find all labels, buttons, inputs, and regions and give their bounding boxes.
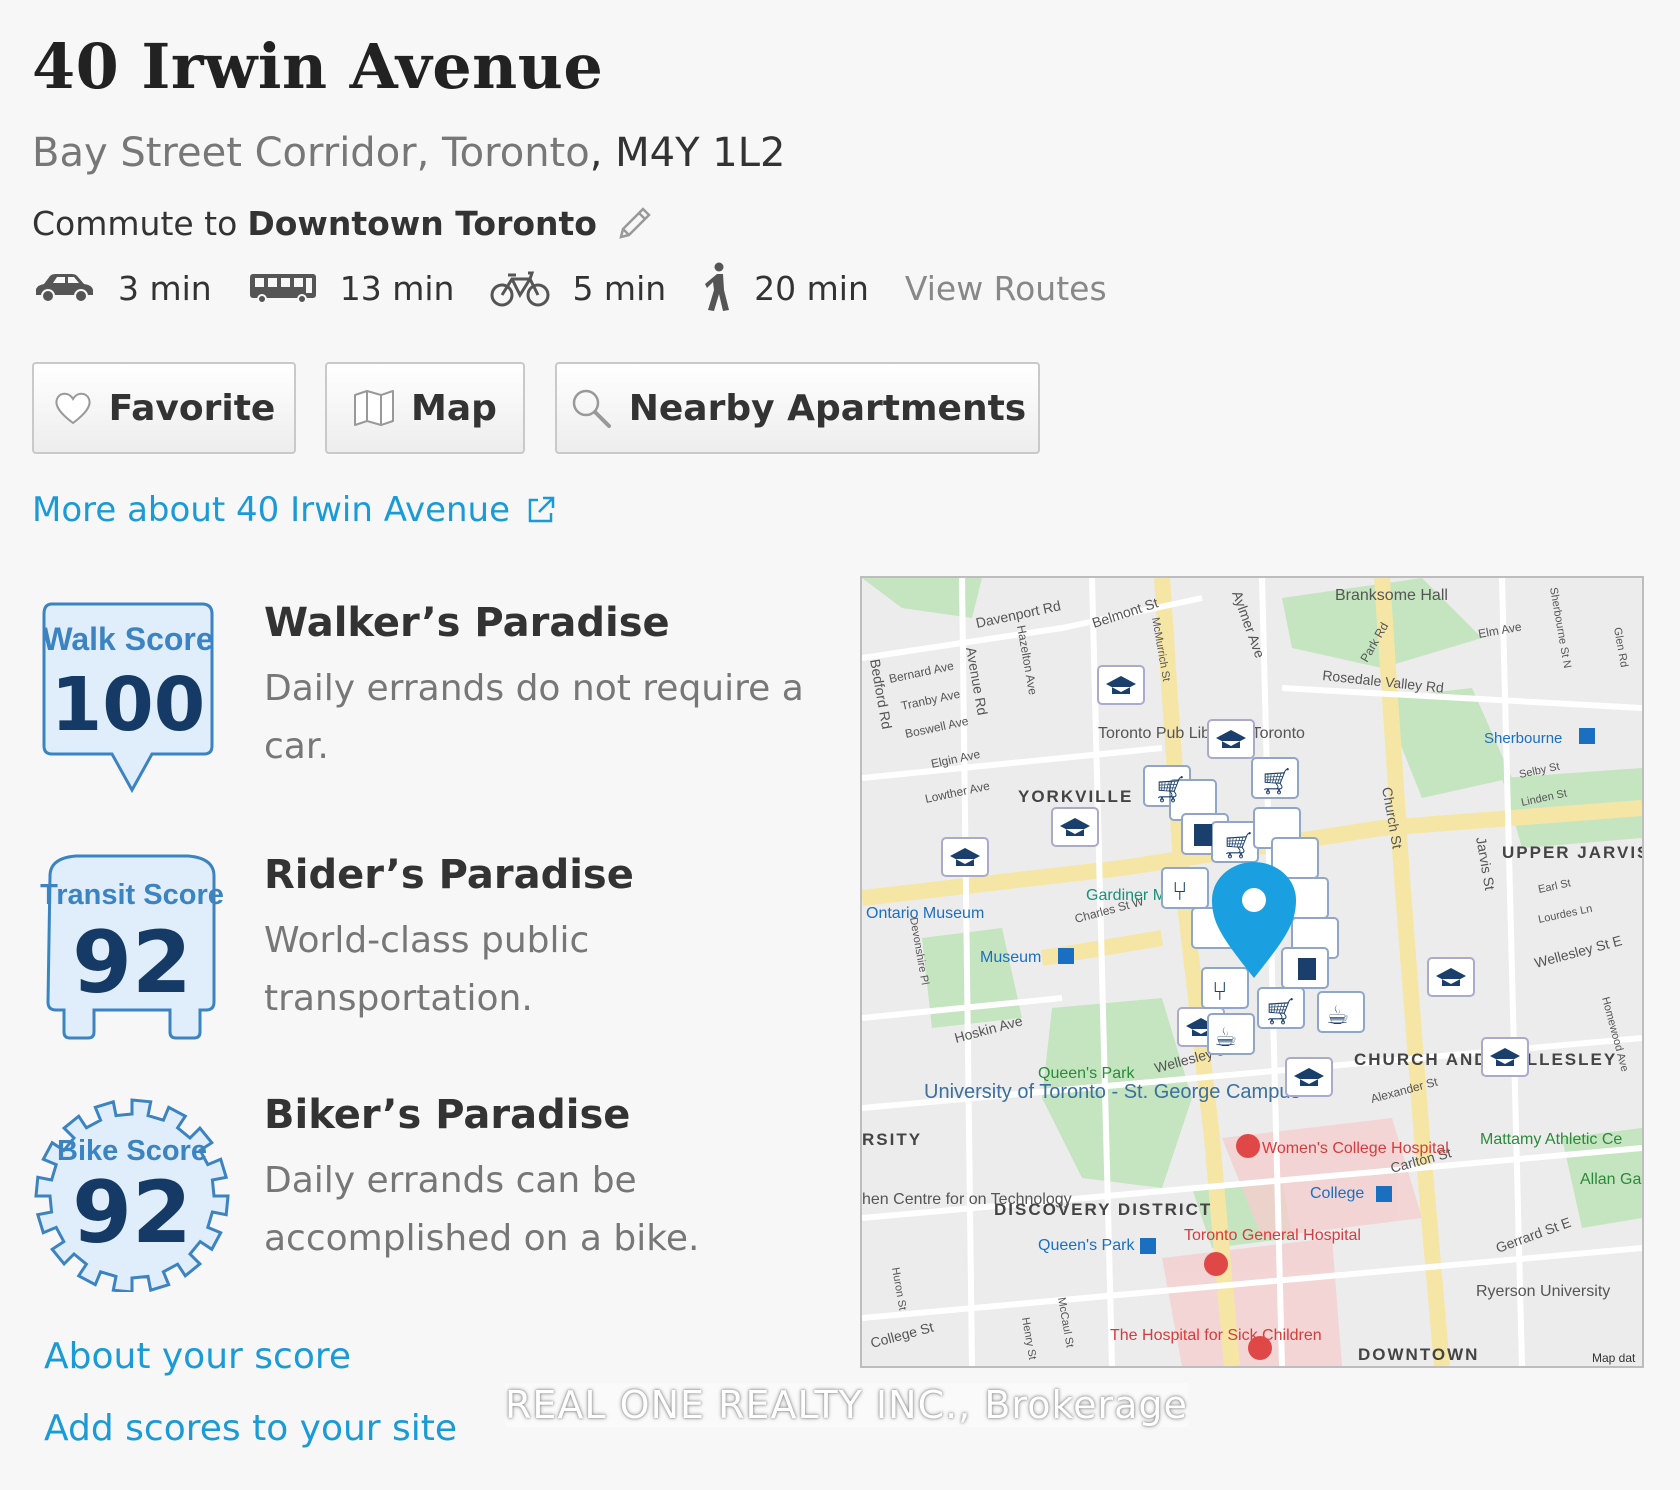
favorite-button[interactable]: Favorite [32,362,296,454]
favorite-label: Favorite [108,387,276,429]
school-icon [1285,1057,1333,1097]
fork-icon: ⑂ [1212,976,1228,1006]
view-routes-link[interactable]: View Routes [905,269,1107,308]
map-label-queens-park: Queen's Park [1038,1065,1135,1082]
map-label-uoft: University of Toronto - St. George Campu… [924,1081,1300,1103]
subway-icon [1140,1238,1156,1254]
school-icon [941,837,989,877]
neighborhood-city: Bay Street Corridor, Toronto [32,130,590,176]
map-label: Map [411,387,497,429]
postal-code: , M4Y 1L2 [589,130,786,176]
coffee-icon: ☕︎ [1214,1022,1237,1052]
transit-score-title: Rider’s Paradise [264,852,634,898]
nearby-label: Nearby Apartments [628,387,1027,429]
subway-icon [1579,728,1595,744]
commute-prefix: Commute to [32,203,238,243]
walk-icon [705,262,730,311]
map-label-upper-jarvis: UPPER JARVIS [1502,843,1642,862]
cart-icon: 🛒︎ [1154,774,1187,804]
map-label-college-station: College [1310,1185,1364,1202]
external-link-icon [528,496,555,523]
nearby-apartments-button[interactable]: Nearby Apartments [555,362,1040,454]
car-icon [36,274,93,303]
school-icon [1051,807,1099,847]
bus-icon [249,274,316,304]
map-label-allan: Allan Ga [1580,1171,1641,1188]
map-label-sherbourne-station: Sherbourne [1484,730,1562,747]
cart-icon: 🛒︎ [1264,996,1297,1026]
more-about-label: More about 40 Irwin Avenue [32,490,511,530]
bike-score-title: Biker’s Paradise [264,1092,631,1138]
more-about-link[interactable]: More about 40 Irwin Avenue [32,490,556,530]
map-label-womens: Women's College Hospital [1262,1140,1449,1157]
school-icon [1427,957,1475,997]
fork-icon: ⑂ [1172,876,1188,906]
mode-car[interactable]: 3 min [32,269,212,308]
map-label-sick: The Hospital for Sick Children [1110,1327,1322,1344]
transit-score-badge[interactable]: Transit Score 92 [36,852,236,1042]
bike-icon [490,271,550,307]
search-icon [572,389,611,428]
subway-icon [1058,948,1074,964]
bike-score-desc: Daily errands can be accomplished on a b… [264,1160,700,1259]
map-label-tgh: Toronto General Hospital [1184,1227,1361,1244]
commute-line: Commute to Downtown Toronto [32,203,655,243]
mode-transit[interactable]: 13 min [248,268,455,308]
bike-score-badge[interactable]: Bike Score 92 [30,1092,240,1292]
map-label-yorkville: YORKVILLE [1018,787,1133,806]
about-score-link[interactable]: About your score [44,1336,351,1377]
bike-score-value: 92 [72,1163,192,1263]
walk-score-desc: Daily errands do not require a car. [264,668,804,767]
school-icon [1097,665,1145,705]
map-label-gardiner: Gardiner M [1086,887,1166,904]
brokerage-watermark: REAL ONE REALTY INC., Brokerage [505,1383,1188,1427]
add-scores-link[interactable]: Add scores to your site [44,1408,457,1449]
commute-modes: 3 min 13 min 5 min 20 min View Routes [32,262,1107,314]
coffee-icon: ☕︎ [1326,1000,1349,1030]
address-subtitle: Bay Street Corridor, Toronto, M4Y 1L2 [32,130,785,176]
map-data-attribution: Map dat [1592,1351,1636,1365]
walk-score-badge[interactable]: Walk Score 100 [36,600,236,800]
shopping-bag-icon [1298,958,1316,980]
map-label-centre: hen Centre for on Technology [862,1191,1072,1208]
map-label-mattamy: Mattamy Athletic Ce [1480,1131,1622,1148]
map-label-museum-station: Museum [980,949,1041,966]
map-label-downtown: DOWNTOWN [1358,1345,1479,1364]
heart-icon [55,392,91,425]
transit-score-desc: World-class public transportation. [264,920,590,1019]
walk-score-label: Walk Score [42,621,213,657]
transit-time: 13 min [339,268,455,308]
walk-score-title: Walker’s Paradise [264,600,670,646]
transit-score-section: Transit Score 92 Rider’s Paradise World-… [36,852,816,1052]
pencil-icon[interactable] [615,203,655,243]
cart-icon: 🛒︎ [1260,766,1293,796]
map-label-library: Toronto Pub Library - Toronto [1098,725,1305,742]
school-icon [1481,1037,1529,1077]
map-label-branksome: Branksome Hall [1335,587,1448,604]
subway-icon [1376,1186,1392,1202]
mode-walk[interactable]: 20 min [702,262,869,314]
walk-time: 20 min [754,268,869,308]
walk-score-section: Walk Score 100 Walker’s Paradise Daily e… [36,600,816,800]
car-time: 3 min [118,268,212,308]
map-label-rsity: RSITY [862,1130,922,1149]
page-title: 40 Irwin Avenue [32,30,604,103]
school-icon [1207,719,1255,759]
bike-score-section: Bike Score 92 Biker’s Paradise Daily err… [34,1092,816,1292]
map-button[interactable]: Map [325,362,525,454]
transit-score-value: 92 [72,913,192,1013]
map-label-ryerson: Ryerson University [1476,1283,1610,1300]
map-label-ontario-museum: Ontario Museum [866,905,984,922]
map-icon [354,390,395,426]
neighborhood-map[interactable]: Davenport Rd Belmont St Aylmer Ave Brank… [860,576,1644,1368]
walk-score-value: 100 [51,662,205,748]
map-label-queens-park-station: Queen's Park [1038,1237,1135,1254]
shopping-bag-icon [1194,824,1212,846]
mode-bike[interactable]: 5 min [490,269,666,308]
cart-icon: 🛒︎ [1222,830,1255,860]
transit-score-label: Transit Score [40,879,224,911]
bike-time: 5 min [572,268,667,308]
commute-destination: Downtown Toronto [247,203,597,243]
